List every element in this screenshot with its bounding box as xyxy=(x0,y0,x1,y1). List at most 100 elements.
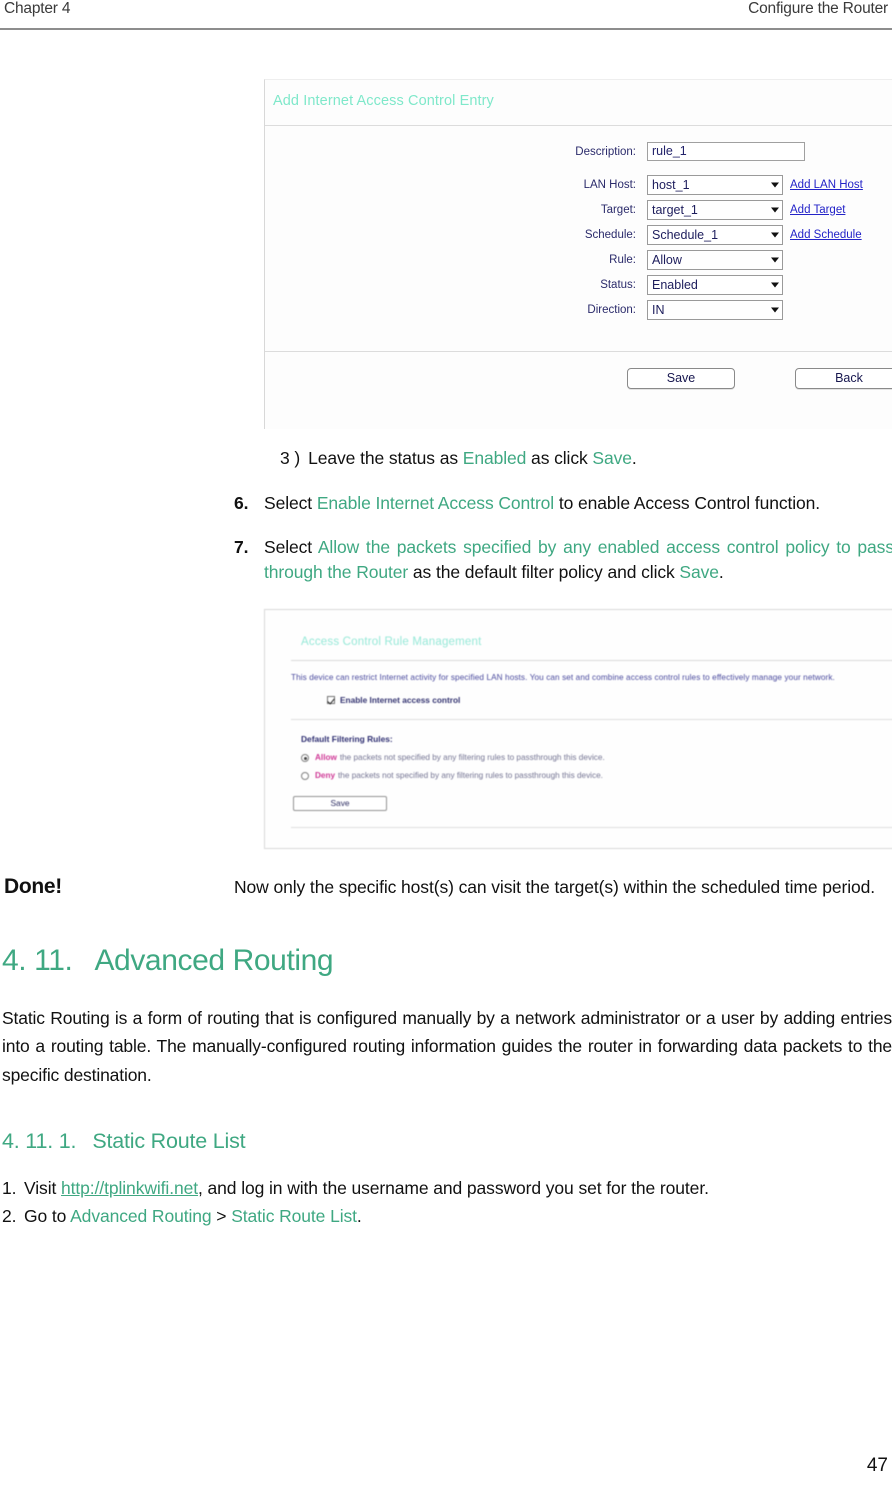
header-chapter: Chapter 4 xyxy=(4,0,71,17)
step-7-text: Select Allow the packets specified by an… xyxy=(264,535,892,585)
radio-deny-option[interactable]: Deny the packets not specified by any fi… xyxy=(265,762,892,780)
list-item: 2. Go to Advanced Routing > Static Route… xyxy=(2,1204,892,1229)
page-content: Add Internet Access Control Entry Descri… xyxy=(0,79,892,1230)
step-7-item: 7. Select Allow the packets specified by… xyxy=(234,535,892,585)
status-select[interactable]: Enabled xyxy=(647,275,783,295)
access-control-rule-management-panel: Access Control Rule Management This devi… xyxy=(264,609,892,850)
list-item-2-part3: . xyxy=(356,1206,362,1227)
step-6-item: 6. Select Enable Internet Access Control… xyxy=(234,491,892,516)
lan-host-value: host_1 xyxy=(652,178,690,192)
list-item-1-number: 1. xyxy=(2,1178,17,1199)
panel-body: Description: rule_1 LAN Host: host_1 Add… xyxy=(265,125,892,333)
rule-value: Allow xyxy=(652,253,682,267)
form-row-direction: Direction: IN xyxy=(265,300,892,320)
step-3-sub-item: 3 ) Leave the status as Enabled as click … xyxy=(280,447,890,471)
schedule-label: Schedule: xyxy=(584,229,636,241)
radio-allow-option[interactable]: Allow the packets not specified by any f… xyxy=(265,744,892,762)
step-3-accent-save: Save xyxy=(592,448,632,468)
acl-divider-bottom xyxy=(291,827,892,845)
breadcrumb-static-route-list: Static Route List xyxy=(231,1206,357,1227)
tplinkwifi-link[interactable]: http://tplinkwifi.net xyxy=(61,1178,198,1198)
static-route-steps-list: 1. Visit http://tplinkwifi.net, and log … xyxy=(2,1176,892,1230)
add-schedule-link[interactable]: Add Schedule xyxy=(790,229,862,241)
form-row-lan-host: LAN Host: host_1 Add LAN Host xyxy=(265,175,892,195)
status-value: Enabled xyxy=(652,278,698,292)
form-row-schedule: Schedule: Schedule_1 Add Schedule xyxy=(265,225,892,245)
step-3-part3: . xyxy=(631,448,637,468)
schedule-value: Schedule_1 xyxy=(652,228,719,242)
step-7-part3: . xyxy=(718,562,724,583)
target-value: target_1 xyxy=(652,203,698,217)
list-item-1-text: Visit http://tplinkwifi.net, and log in … xyxy=(24,1176,892,1201)
section-heading: 4. 11. Advanced Routing xyxy=(2,944,890,978)
step-6-part2: to enable Access Control function. xyxy=(554,492,821,513)
panel-title: Add Internet Access Control Entry xyxy=(273,93,494,109)
subsection-number: 4. 11. 1. xyxy=(2,1129,77,1154)
chevron-down-icon xyxy=(771,257,779,263)
page-number: 47 xyxy=(866,1455,888,1476)
add-internet-access-control-entry-panel: Add Internet Access Control Entry Descri… xyxy=(264,79,892,429)
form-row-status: Status: Enabled xyxy=(265,275,892,295)
form-row-rule: Rule: Allow xyxy=(265,250,892,270)
chevron-down-icon xyxy=(771,232,779,238)
radio-selected-icon xyxy=(301,753,309,762)
step-6-part1: Select xyxy=(264,492,317,513)
chevron-down-icon xyxy=(771,307,779,313)
target-label: Target: xyxy=(600,204,636,216)
row-spacer xyxy=(265,166,892,175)
status-label: Status: xyxy=(600,279,636,291)
breadcrumb-separator: > xyxy=(211,1206,232,1227)
radio-allow-text: the packets not specified by any filteri… xyxy=(339,753,605,763)
lan-host-select[interactable]: host_1 xyxy=(647,175,783,195)
done-text: Now only the specific host(s) can visit … xyxy=(234,877,876,898)
form-row-description: Description: rule_1 xyxy=(265,142,892,161)
step-6-text: Select Enable Internet Access Control to… xyxy=(264,491,892,516)
lan-host-label: LAN Host: xyxy=(583,179,636,191)
schedule-select[interactable]: Schedule_1 xyxy=(647,225,783,245)
section-number: 4. 11. xyxy=(2,944,73,977)
step-6-number: 6. xyxy=(234,492,249,513)
radio-allow-keyword: Allow xyxy=(315,753,337,763)
list-item-1-part2: , and log in with the username and passw… xyxy=(198,1178,709,1199)
done-block: Done! Now only the specific host(s) can … xyxy=(4,875,892,900)
step-7-accent-save: Save xyxy=(679,562,719,583)
done-label: Done! xyxy=(4,875,62,899)
list-item-1-part1: Visit xyxy=(24,1178,62,1199)
enable-internet-access-control-checkbox[interactable]: Enable Internet access control xyxy=(265,682,892,705)
acl-save-button[interactable]: Save xyxy=(293,796,387,812)
enable-internet-access-control-label: Enable Internet access control xyxy=(340,695,461,706)
step-7-part2: as the default filter policy and click xyxy=(408,562,680,583)
target-select[interactable]: target_1 xyxy=(647,200,783,220)
subsection-title: Static Route List xyxy=(92,1129,246,1154)
direction-label: Direction: xyxy=(587,304,636,316)
section-title: Advanced Routing xyxy=(94,944,334,977)
save-button[interactable]: Save xyxy=(627,368,735,389)
list-item-2-part1: Go to xyxy=(24,1206,71,1227)
step-6-accent: Enable Internet Access Control xyxy=(316,492,555,513)
breadcrumb-advanced-routing: Advanced Routing xyxy=(70,1206,212,1227)
chevron-down-icon xyxy=(771,282,779,288)
back-button[interactable]: Back xyxy=(795,368,892,389)
add-lan-host-link[interactable]: Add LAN Host xyxy=(790,179,863,191)
step-3-part2: as click xyxy=(526,448,593,468)
step-3-number: 3 ) xyxy=(280,448,301,468)
acl-description: This device can restrict Internet activi… xyxy=(291,673,835,683)
chevron-down-icon xyxy=(771,182,779,188)
rule-select[interactable]: Allow xyxy=(647,250,783,270)
acl-panel-title: Access Control Rule Management xyxy=(301,636,482,649)
add-target-link[interactable]: Add Target xyxy=(790,204,845,216)
page-running-header: Chapter 4 Configure the Router xyxy=(0,0,892,30)
description-input[interactable]: rule_1 xyxy=(647,142,805,161)
description-label: Description: xyxy=(575,145,636,158)
direction-value: IN xyxy=(652,303,665,317)
section-paragraph: Static Routing is a form of routing that… xyxy=(2,1008,892,1085)
radio-deny-text: the packets not specified by any filteri… xyxy=(338,771,603,781)
step-7-part1: Select xyxy=(264,537,318,558)
direction-select[interactable]: IN xyxy=(647,300,783,320)
radio-deny-keyword: Deny xyxy=(315,771,336,781)
default-filtering-rules-label: Default Filtering Rules: xyxy=(301,734,393,745)
subsection-heading: 4. 11. 1. Static Route List xyxy=(2,1129,890,1154)
radio-unselected-icon xyxy=(301,771,309,780)
header-section: Configure the Router xyxy=(748,0,888,17)
panel-footer: Save Back xyxy=(265,351,892,429)
